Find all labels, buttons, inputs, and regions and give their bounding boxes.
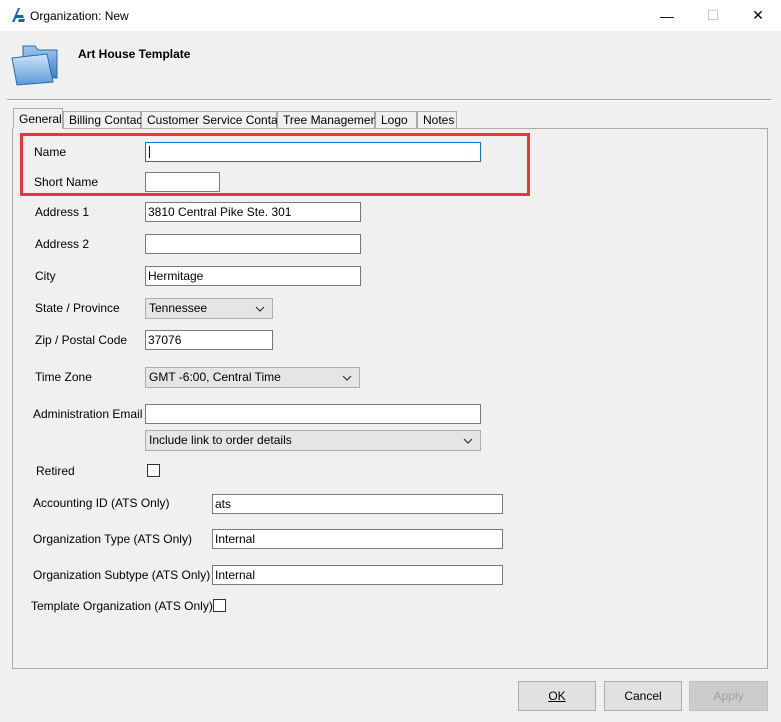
timezone-label: Time Zone [35, 370, 92, 384]
tab-notes[interactable]: Notes [417, 111, 457, 128]
tab-general[interactable]: General [13, 108, 63, 129]
zip-label: Zip / Postal Code [35, 333, 128, 347]
template-org-checkbox[interactable] [213, 599, 226, 612]
retired-checkbox[interactable] [147, 464, 160, 477]
state-select-value: Tennessee [149, 301, 208, 315]
address2-input[interactable] [145, 234, 361, 254]
org-type-label: Organization Type (ATS Only) [33, 532, 192, 546]
admin-email-label: Administration Email [33, 407, 143, 421]
cancel-button[interactable]: Cancel [604, 681, 682, 711]
timezone-select-value: GMT -6:00, Central Time [149, 370, 281, 384]
page-title: Art House Template [78, 47, 191, 61]
timezone-select[interactable]: GMT -6:00, Central Time [145, 367, 360, 388]
tab-customer-service-contact[interactable]: Customer Service Contact [141, 111, 287, 128]
chevron-down-icon [463, 438, 473, 444]
email-option-select[interactable]: Include link to order details [145, 430, 481, 451]
cancel-button-label: Cancel [624, 689, 662, 703]
maximize-button[interactable]: ☐ [690, 0, 736, 31]
org-subtype-input[interactable]: Internal [212, 565, 503, 585]
apply-button[interactable]: Apply [689, 681, 768, 711]
email-option-select-value: Include link to order details [149, 433, 292, 447]
admin-email-input[interactable] [145, 404, 481, 424]
retired-label: Retired [36, 464, 75, 478]
chevron-down-icon [342, 375, 352, 381]
minimize-button[interactable]: — [644, 0, 690, 31]
ok-button[interactable]: OK [518, 681, 596, 711]
state-select[interactable]: Tennessee [145, 298, 273, 319]
app-logo-icon [12, 8, 25, 22]
accounting-id-label: Accounting ID (ATS Only) [33, 496, 170, 510]
state-label: State / Province [35, 301, 120, 315]
org-type-input[interactable]: Internal [212, 529, 503, 549]
close-button[interactable]: ✕ [735, 0, 781, 31]
org-subtype-label: Organization Subtype (ATS Only) [33, 568, 211, 582]
ok-button-label: OK [548, 689, 566, 703]
tab-billing-contact[interactable]: Billing Contact [63, 111, 146, 128]
window-title: Organization: New [30, 9, 129, 23]
apply-button-label: Apply [713, 689, 744, 703]
city-input[interactable]: Hermitage [145, 266, 361, 286]
header-divider [7, 99, 771, 101]
zip-input[interactable]: 37076 [145, 330, 273, 350]
folder-icon [11, 45, 58, 86]
city-label: City [35, 269, 56, 283]
highlight-annotation-box [20, 133, 530, 196]
address2-label: Address 2 [35, 237, 90, 251]
accounting-id-input[interactable]: ats [212, 494, 503, 514]
template-org-label: Template Organization (ATS Only) [31, 599, 213, 613]
chevron-down-icon [255, 306, 265, 312]
tab-logo[interactable]: Logo [375, 111, 417, 128]
address1-input[interactable]: 3810 Central Pike Ste. 301 [145, 202, 361, 222]
tab-tree-management[interactable]: Tree Management [277, 111, 381, 128]
address1-label: Address 1 [35, 205, 90, 219]
general-tab-panel [12, 128, 768, 669]
